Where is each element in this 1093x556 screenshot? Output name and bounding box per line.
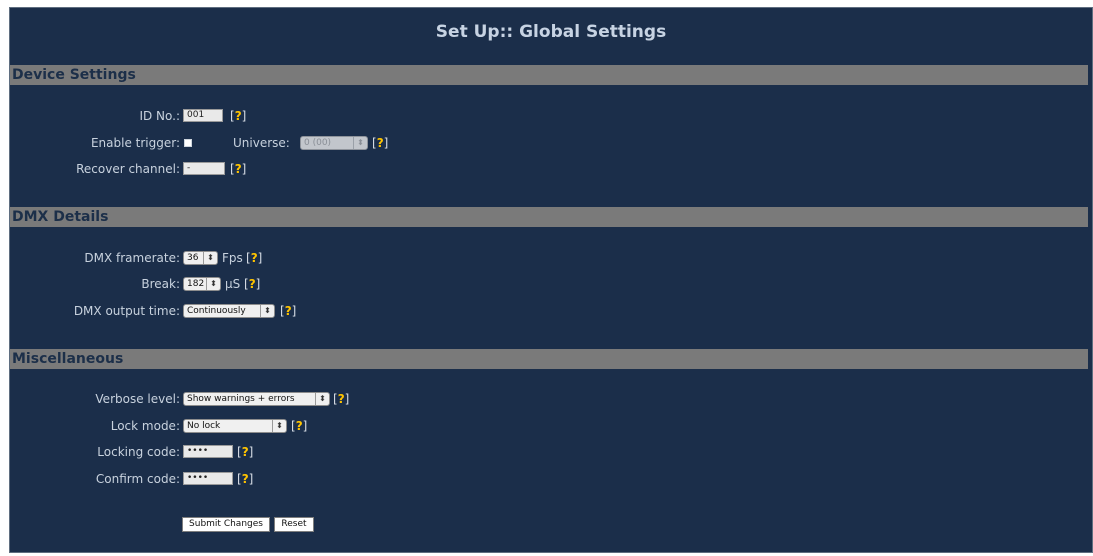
verbose-level-label: Verbose level:: [95, 392, 180, 406]
break-unit: µS: [225, 277, 241, 291]
submit-changes-button[interactable]: Submit Changes: [182, 517, 270, 532]
select-arrows-icon: ⬍: [203, 252, 217, 264]
enable-trigger-label: Enable trigger:: [90, 136, 180, 150]
settings-panel: Set Up:: Global Settings Device Settings…: [9, 7, 1093, 553]
lock-mode-help[interactable]: [?]: [291, 418, 307, 434]
select-arrows-icon: ⬍: [315, 393, 329, 405]
help-icon: ?: [234, 109, 242, 123]
locking-code-label: Locking code:: [97, 445, 180, 459]
help-icon: ?: [250, 251, 258, 265]
universe-select[interactable]: 0 (00) ⬍: [300, 136, 368, 150]
help-icon: ?: [234, 162, 242, 176]
dmx-framerate-unit: Fps: [222, 251, 243, 265]
verbose-level-value: Show warnings + errors: [187, 394, 295, 404]
lock-mode-value: No lock: [187, 421, 221, 431]
locking-code-help[interactable]: [?]: [237, 444, 253, 460]
section-header-device-settings: Device Settings: [10, 65, 1088, 85]
break-label: Break:: [141, 277, 180, 291]
break-select[interactable]: 182 ⬍: [183, 277, 221, 291]
help-icon: ?: [241, 472, 249, 486]
locking-code-input[interactable]: ••••: [183, 445, 233, 458]
break-value: 182: [187, 279, 205, 289]
help-icon: ?: [376, 136, 384, 150]
universe-label: Universe:: [233, 136, 290, 150]
lock-mode-label: Lock mode:: [110, 419, 180, 433]
section-header-miscellaneous: Miscellaneous: [10, 349, 1088, 369]
section-header-dmx-details: DMX Details: [10, 207, 1088, 227]
recover-channel-input[interactable]: -: [183, 162, 225, 175]
dmx-output-time-value: Continuously: [187, 306, 246, 316]
dmx-output-time-help[interactable]: [?]: [280, 303, 296, 319]
dmx-framerate-help[interactable]: [?]: [246, 250, 262, 266]
select-arrows-icon: ⬍: [272, 420, 286, 432]
recover-channel-help[interactable]: [?]: [230, 161, 246, 177]
confirm-code-help[interactable]: [?]: [237, 471, 253, 487]
recover-channel-label: Recover channel:: [76, 162, 180, 176]
select-arrows-icon: ⬍: [353, 137, 367, 149]
universe-help[interactable]: [?]: [372, 135, 388, 151]
select-arrows-icon: ⬍: [206, 278, 220, 290]
select-arrows-icon: ⬍: [260, 305, 274, 317]
help-icon: ?: [295, 419, 303, 433]
enable-trigger-checkbox[interactable]: [184, 139, 192, 147]
verbose-level-help[interactable]: [?]: [333, 391, 349, 407]
dmx-framerate-label: DMX framerate:: [84, 251, 180, 265]
dmx-output-time-label: DMX output time:: [73, 304, 180, 318]
lock-mode-select[interactable]: No lock ⬍: [183, 419, 287, 433]
dmx-output-time-select[interactable]: Continuously ⬍: [183, 304, 275, 318]
help-icon: ?: [248, 277, 256, 291]
id-no-help[interactable]: [?]: [230, 108, 246, 124]
break-help[interactable]: [?]: [244, 276, 260, 292]
dmx-framerate-value: 36: [187, 253, 199, 263]
help-icon: ?: [241, 445, 249, 459]
id-no-label: ID No.:: [139, 109, 180, 123]
confirm-code-label: Confirm code:: [95, 472, 180, 486]
universe-select-value: 0 (00): [304, 138, 332, 148]
help-icon: ?: [337, 392, 345, 406]
reset-button[interactable]: Reset: [274, 517, 314, 532]
dmx-framerate-select[interactable]: 36 ⬍: [183, 251, 218, 265]
verbose-level-select[interactable]: Show warnings + errors ⬍: [183, 392, 330, 406]
id-no-input[interactable]: 001: [183, 109, 223, 122]
help-icon: ?: [284, 304, 292, 318]
confirm-code-input[interactable]: ••••: [183, 472, 233, 485]
page-title: Set Up:: Global Settings: [435, 22, 667, 42]
